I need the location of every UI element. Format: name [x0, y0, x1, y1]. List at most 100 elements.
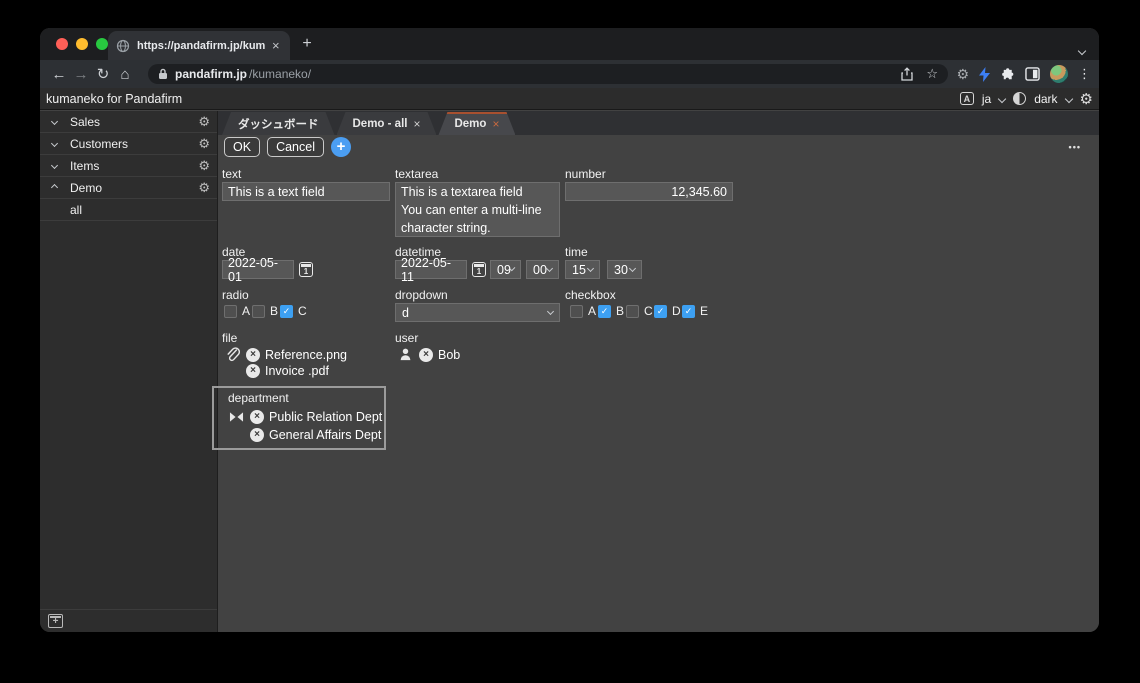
- sidebar-item-demo-all[interactable]: all: [40, 199, 217, 221]
- checkbox-option-c[interactable]: C: [626, 304, 653, 318]
- chevron-down-icon: [509, 265, 516, 272]
- textarea-input[interactable]: This is a textarea field You can enter a…: [395, 182, 560, 237]
- radio-field-label: radio: [222, 288, 249, 302]
- browser-window: https://pandafirm.jp/kumaneko × + ← → ↻ …: [40, 28, 1099, 632]
- share-icon[interactable]: [901, 67, 913, 81]
- checkbox-field-label: checkbox: [565, 288, 616, 302]
- calendar-icon[interactable]: 1: [472, 262, 486, 277]
- side-panel-icon[interactable]: [1025, 67, 1040, 81]
- sidebar-item-items[interactable]: Items ⚙: [40, 155, 217, 177]
- app-header: kumaneko for Pandafirm A ja dark ⚙: [40, 88, 1099, 110]
- dropdown-select[interactable]: d: [395, 303, 560, 322]
- radio-unchecked-icon[interactable]: [252, 304, 265, 318]
- datetime-hour-select[interactable]: 09: [490, 260, 521, 279]
- date-input[interactable]: 2022-05-01: [222, 256, 294, 284]
- cancel-button[interactable]: Cancel: [267, 137, 324, 157]
- theme-chevron-icon[interactable]: [1064, 94, 1073, 103]
- time-field-label: time: [565, 245, 588, 259]
- sidebar-item-customers[interactable]: Customers ⚙: [40, 133, 217, 155]
- browser-tabstrip: https://pandafirm.jp/kumaneko × +: [40, 28, 1099, 60]
- items-gear-icon[interactable]: ⚙: [198, 158, 210, 174]
- tab-dashboard[interactable]: ダッシュボード: [222, 112, 335, 135]
- sidebar-item-sales[interactable]: Sales ⚙: [40, 111, 217, 133]
- tab-search-chevron-icon[interactable]: [1077, 41, 1087, 59]
- browser-tab-close-icon[interactable]: ×: [272, 39, 280, 52]
- add-board-icon[interactable]: +: [48, 614, 63, 628]
- radio-option-c[interactable]: ✓ C: [280, 304, 307, 318]
- ok-button[interactable]: OK: [224, 137, 261, 157]
- file-item: × Reference.png: [224, 346, 347, 363]
- remove-file-icon[interactable]: ×: [246, 364, 260, 378]
- demo-gear-icon[interactable]: ⚙: [198, 180, 210, 196]
- department-field-group: department × Public Relation Dept × Gene…: [212, 386, 386, 450]
- checkbox-option-e[interactable]: ✓ E: [682, 304, 708, 318]
- bookmark-icon[interactable]: ☆: [926, 66, 938, 82]
- back-button[interactable]: ←: [48, 66, 70, 83]
- checkbox-option-b[interactable]: ✓ B: [598, 304, 624, 318]
- calendar-icon[interactable]: 1: [299, 262, 313, 277]
- action-bar: OK Cancel + •••: [218, 135, 1099, 159]
- close-icon[interactable]: ×: [413, 117, 420, 131]
- url-bar[interactable]: pandafirm.jp /kumaneko/ ☆: [148, 64, 948, 84]
- browser-menu-kebab-icon[interactable]: ⋮: [1078, 66, 1091, 82]
- checkbox-checked-icon[interactable]: ✓: [598, 304, 611, 318]
- extension-gear-icon[interactable]: ⚙: [956, 66, 969, 83]
- sales-gear-icon[interactable]: ⚙: [198, 114, 210, 130]
- radio-option-b[interactable]: B: [252, 304, 278, 318]
- language-select[interactable]: ja: [982, 92, 991, 106]
- add-record-button[interactable]: +: [330, 137, 351, 157]
- checkbox-option-d[interactable]: ✓ D: [654, 304, 681, 318]
- text-input[interactable]: This is a text field: [222, 182, 390, 201]
- chevron-down-icon: [628, 264, 637, 273]
- radio-unchecked-icon[interactable]: [224, 304, 237, 318]
- remove-file-icon[interactable]: ×: [246, 347, 260, 362]
- user-field-label: user: [395, 331, 419, 345]
- datetime-date-input[interactable]: 2022-05-11: [395, 256, 467, 284]
- new-tab-button[interactable]: +: [298, 35, 316, 53]
- paperclip-icon[interactable]: [224, 346, 241, 363]
- remove-department-icon[interactable]: ×: [250, 409, 264, 424]
- more-options-button[interactable]: •••: [1069, 142, 1081, 152]
- url-path: /kumaneko/: [249, 67, 312, 81]
- remove-user-icon[interactable]: ×: [419, 347, 433, 362]
- sidebar-footer: +: [40, 609, 217, 632]
- department-item: × Public Relation Dept: [228, 408, 384, 425]
- time-minute-select[interactable]: 30: [607, 260, 642, 279]
- browser-toolbar: ← → ↻ ⌂ pandafirm.jp /kumaneko/ ☆ ⚙ ⋮: [40, 60, 1099, 88]
- chevron-down-icon: [50, 161, 59, 170]
- app-title: kumaneko for Pandafirm: [46, 91, 183, 106]
- checkbox-checked-icon[interactable]: ✓: [682, 304, 695, 318]
- profile-avatar[interactable]: [1050, 65, 1068, 83]
- checkbox-checked-icon[interactable]: ✓: [654, 304, 667, 318]
- radio-checked-icon[interactable]: ✓: [280, 304, 293, 318]
- organization-icon[interactable]: [228, 408, 245, 425]
- reload-button[interactable]: ↻: [92, 65, 114, 83]
- language-chevron-icon[interactable]: [997, 94, 1007, 103]
- tab-demo[interactable]: Demo ×: [438, 112, 515, 135]
- radio-option-a[interactable]: A: [224, 304, 250, 318]
- number-field-label: number: [565, 167, 606, 181]
- checkbox-unchecked-icon[interactable]: [570, 304, 583, 318]
- home-button[interactable]: ⌂: [114, 66, 136, 83]
- settings-gear-icon[interactable]: ⚙: [1080, 90, 1093, 108]
- number-input[interactable]: 12,345.60: [565, 182, 733, 201]
- user-item: × Bob: [397, 346, 460, 363]
- lightning-icon[interactable]: [979, 66, 990, 82]
- extensions-puzzle-icon[interactable]: [1000, 67, 1015, 82]
- customers-gear-icon[interactable]: ⚙: [198, 136, 210, 152]
- remove-department-icon[interactable]: ×: [250, 428, 264, 442]
- minimize-window-button[interactable]: [76, 38, 88, 50]
- person-icon[interactable]: [397, 346, 414, 363]
- checkbox-unchecked-icon[interactable]: [626, 304, 639, 318]
- fullscreen-window-button[interactable]: [96, 38, 108, 50]
- checkbox-option-a[interactable]: A: [570, 304, 596, 318]
- close-icon[interactable]: ×: [492, 117, 499, 131]
- time-hour-select[interactable]: 15: [565, 260, 600, 279]
- datetime-minute-select[interactable]: 00: [526, 260, 559, 279]
- forward-button[interactable]: →: [70, 66, 92, 83]
- close-window-button[interactable]: [56, 38, 68, 50]
- theme-select[interactable]: dark: [1034, 92, 1057, 106]
- tab-demo-all[interactable]: Demo - all ×: [337, 112, 437, 135]
- sidebar-item-demo[interactable]: Demo ⚙: [40, 177, 217, 199]
- browser-tab[interactable]: https://pandafirm.jp/kumaneko ×: [108, 31, 290, 60]
